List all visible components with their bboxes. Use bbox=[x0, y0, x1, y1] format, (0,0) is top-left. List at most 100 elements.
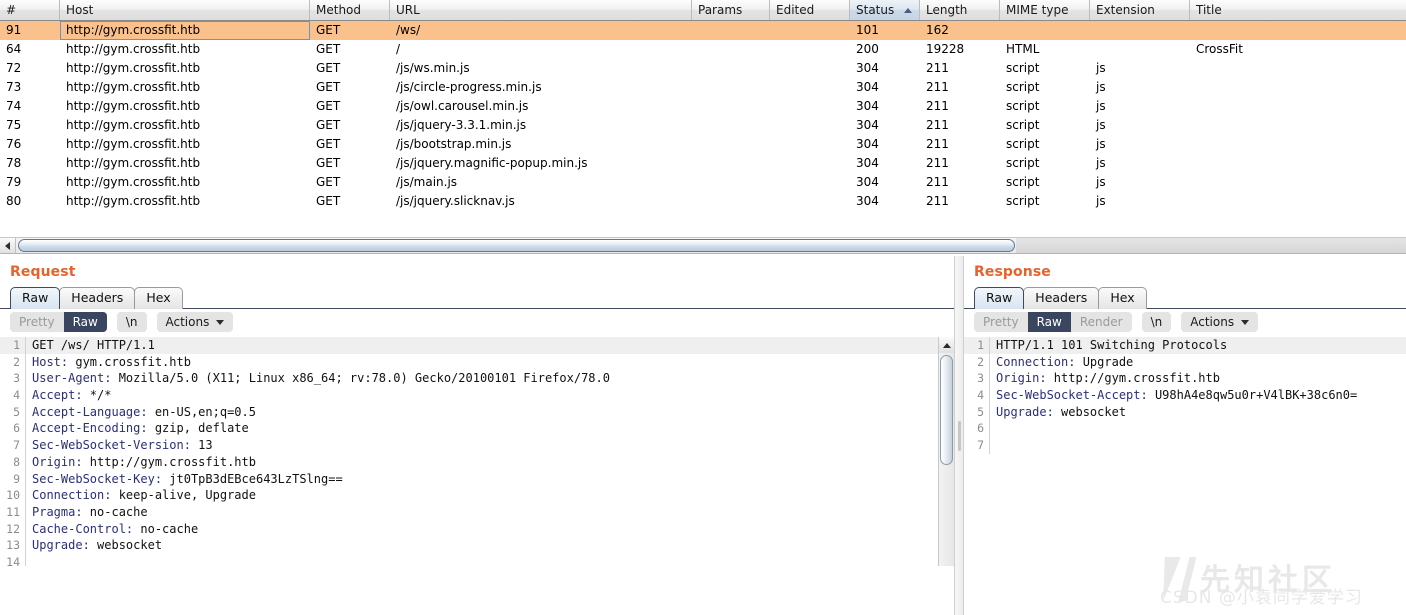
splitter-grip[interactable] bbox=[958, 421, 961, 451]
cell-status: 304 bbox=[856, 156, 879, 170]
request-newline-button[interactable]: \n bbox=[116, 312, 147, 332]
table-row[interactable]: 74 http://gym.crossfit.htb GET/js/owl.caro… bbox=[0, 97, 1406, 116]
request-line-content: Pragma: no-cache bbox=[26, 504, 148, 521]
request-tab-hex[interactable]: Hex bbox=[134, 287, 183, 309]
table-row[interactable]: 76 http://gym.crossfit.htb GET/js/bootstra… bbox=[0, 135, 1406, 154]
cell-url: /js/jquery-3.3.1.min.js bbox=[396, 118, 527, 132]
history-horizontal-scrollbar[interactable] bbox=[0, 237, 1406, 254]
request-tab-headers[interactable]: Headers bbox=[59, 287, 136, 309]
cell-ext bbox=[1090, 40, 1190, 59]
request-line: 7 Sec-WebSocket-Version: 13 bbox=[0, 437, 954, 454]
cell-mime: script bbox=[1006, 194, 1040, 208]
table-row[interactable]: 78 http://gym.crossfit.htb GET/js/jquery.m… bbox=[0, 154, 1406, 173]
column-header-params[interactable]: Params bbox=[692, 0, 770, 20]
horizontal-scrollbar-thumb[interactable] bbox=[18, 239, 1015, 252]
response-tab-hex[interactable]: Hex bbox=[1098, 287, 1147, 309]
column-header-title[interactable]: Title bbox=[1190, 0, 1406, 20]
request-view-mode-group[interactable]: Pretty Raw bbox=[10, 312, 107, 332]
request-raw-editor[interactable]: 1 GET /ws/ HTTP/1.1 2 Host: gym.crossfit.ht… bbox=[0, 337, 954, 566]
scroll-up-arrow-icon[interactable] bbox=[939, 337, 954, 353]
response-tab-headers[interactable]: Headers bbox=[1023, 287, 1100, 309]
cell-length: 211 bbox=[926, 194, 949, 208]
response-raw-editor[interactable]: 1 HTTP/1.1 101 Switching Protocols 2 Connec… bbox=[964, 337, 1406, 566]
response-newline-button[interactable]: \n bbox=[1141, 312, 1172, 332]
cell-ext: js bbox=[1096, 175, 1106, 189]
column-header-status[interactable]: Status bbox=[850, 0, 920, 20]
column-header-length[interactable]: Length bbox=[920, 0, 1000, 20]
scroll-left-arrow-icon[interactable] bbox=[0, 238, 16, 253]
column-header-host[interactable]: Host bbox=[60, 0, 310, 20]
request-view-raw[interactable]: Raw bbox=[63, 312, 107, 332]
chevron-down-icon bbox=[216, 319, 225, 325]
cell-mime: script bbox=[1006, 80, 1040, 94]
column-header-label: URL bbox=[396, 3, 420, 17]
table-row[interactable]: 80 http://gym.crossfit.htb GET/js/jquery.s… bbox=[0, 192, 1406, 211]
line-number: 3 bbox=[0, 370, 26, 388]
table-body: 91 http://gym.crossfit.htb GET/ws/101 162 64… bbox=[0, 21, 1406, 211]
request-line: 9 Sec-WebSocket-Key: jt0TpB3dEBce643LzTSl… bbox=[0, 470, 954, 488]
response-view-mode-group[interactable]: Pretty Raw Render bbox=[974, 312, 1132, 332]
request-line-content: Connection: keep-alive, Upgrade bbox=[26, 487, 256, 504]
header-name: Origin: bbox=[996, 371, 1047, 386]
table-row[interactable]: 72 http://gym.crossfit.htb GET/js/ws.min.j… bbox=[0, 59, 1406, 78]
response-view-raw[interactable]: Raw bbox=[1027, 312, 1071, 332]
cell-host: http://gym.crossfit.htb bbox=[66, 137, 201, 151]
column-header-url[interactable]: URL bbox=[390, 0, 692, 20]
panel-splitter[interactable] bbox=[954, 256, 964, 615]
header-value: */* bbox=[82, 388, 112, 403]
column-header-mime[interactable]: MIME type bbox=[1000, 0, 1090, 20]
response-view-render[interactable]: Render bbox=[1071, 312, 1132, 332]
column-header-label: Length bbox=[926, 3, 968, 17]
cell-host: http://gym.crossfit.htb bbox=[66, 175, 201, 189]
cell-edited bbox=[770, 135, 850, 154]
line-number: 5 bbox=[0, 403, 26, 421]
table-row[interactable]: 75 http://gym.crossfit.htb GET/js/jquery-3… bbox=[0, 116, 1406, 135]
header-name: User-Agent: bbox=[32, 371, 112, 386]
line-number: 4 bbox=[964, 387, 990, 404]
line-number: 1 bbox=[964, 337, 990, 354]
response-tab-raw[interactable]: Raw bbox=[974, 287, 1025, 309]
header-name: Accept-Language: bbox=[32, 404, 148, 419]
header-name: Sec-WebSocket-Version: bbox=[32, 438, 191, 453]
cell-host: http://gym.crossfit.htb bbox=[66, 80, 201, 94]
response-actions-label: Actions bbox=[1190, 315, 1235, 329]
cell-host: http://gym.crossfit.htb bbox=[66, 42, 201, 56]
request-vertical-scrollbar[interactable] bbox=[938, 337, 954, 566]
vertical-scrollbar-thumb[interactable] bbox=[940, 355, 953, 465]
cell-ext: js bbox=[1096, 80, 1106, 94]
response-view-pretty[interactable]: Pretty bbox=[974, 312, 1028, 332]
cell-status: 304 bbox=[856, 137, 879, 151]
response-actions-button[interactable]: Actions bbox=[1181, 312, 1259, 332]
header-name: Host: bbox=[32, 354, 69, 369]
cell-length: 211 bbox=[926, 175, 949, 189]
response-line-content bbox=[990, 437, 996, 454]
request-panel: Request Raw Headers Hex Pretty Raw \n Actio… bbox=[0, 256, 954, 615]
response-panel: Response Raw Headers Hex Pretty Raw Render \… bbox=[964, 256, 1406, 615]
line-number: 5 bbox=[964, 403, 990, 421]
request-line: 6 Accept-Encoding: gzip, deflate bbox=[0, 420, 954, 438]
cell-status: 304 bbox=[856, 175, 879, 189]
cell-length: 211 bbox=[926, 61, 949, 75]
cell-title bbox=[1190, 135, 1406, 154]
table-row[interactable]: 79 http://gym.crossfit.htb GET/js/main.js 3… bbox=[0, 173, 1406, 192]
header-value: gym.crossfit.htb bbox=[68, 354, 191, 369]
table-row[interactable]: 64 http://gym.crossfit.htb GET / 200 19228 HTM… bbox=[0, 40, 1406, 59]
horizontal-scrollbar-track[interactable] bbox=[1016, 238, 1406, 253]
table-row[interactable]: 73 http://gym.crossfit.htb GET/js/circle-p… bbox=[0, 78, 1406, 97]
request-view-pretty[interactable]: Pretty bbox=[10, 312, 64, 332]
cell-host: http://gym.crossfit.htb bbox=[66, 61, 201, 75]
cell-title bbox=[1190, 59, 1406, 78]
header-name: Sec-WebSocket-Accept: bbox=[996, 388, 1148, 403]
column-header-num[interactable]: # bbox=[0, 0, 60, 20]
response-panel-title: Response bbox=[974, 264, 1051, 280]
column-header-ext[interactable]: Extension bbox=[1090, 0, 1190, 20]
column-header-edited[interactable]: Edited bbox=[770, 0, 850, 20]
request-actions-button[interactable]: Actions bbox=[156, 312, 234, 332]
response-line: 4 Sec-WebSocket-Accept: U98hA4e8qw5u0r+V4… bbox=[964, 387, 1406, 404]
column-header-method[interactable]: Method bbox=[310, 0, 390, 20]
cell-num: 80 bbox=[6, 194, 22, 208]
table-row[interactable]: 91 http://gym.crossfit.htb GET/ws/101 162 bbox=[0, 21, 1406, 40]
cell-length: 211 bbox=[926, 156, 949, 170]
request-toolbar: Pretty Raw \n Actions bbox=[0, 309, 954, 335]
request-tab-raw[interactable]: Raw bbox=[10, 287, 61, 309]
